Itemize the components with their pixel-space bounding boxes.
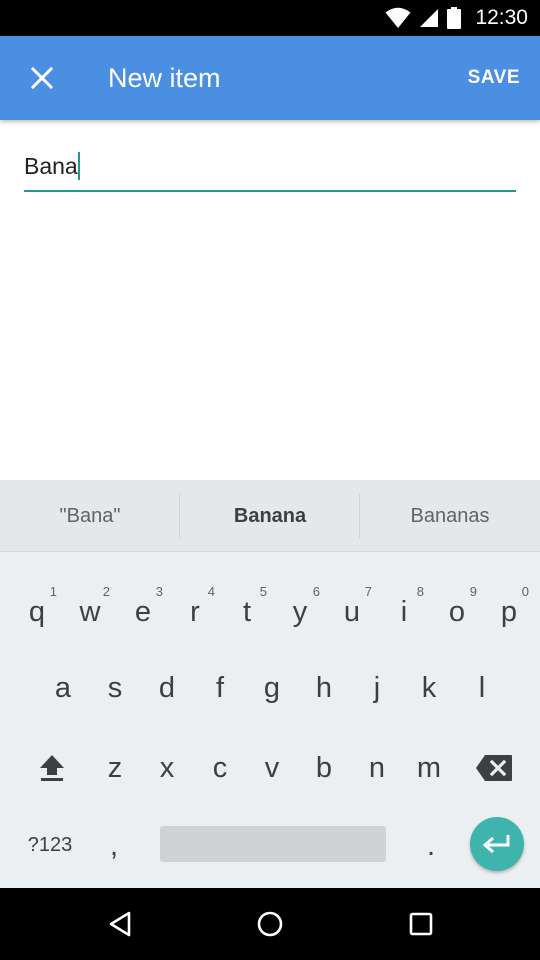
symbols-key[interactable]: ?123 <box>14 820 86 870</box>
item-name-input[interactable]: Bana <box>24 148 516 192</box>
status-bar: 12:30 <box>0 0 540 36</box>
key-hint: 0 <box>521 584 529 599</box>
key-f[interactable]: f <box>194 656 246 720</box>
key-label: o <box>448 595 466 628</box>
home-button[interactable] <box>250 904 290 944</box>
key-p[interactable]: p0 <box>483 580 535 644</box>
suggestion-literal[interactable]: "Bana" <box>0 480 180 552</box>
key-label: r <box>190 595 200 628</box>
key-hint: 3 <box>155 584 163 599</box>
key-j[interactable]: j <box>351 656 403 720</box>
key-c[interactable]: c <box>194 736 246 800</box>
key-label: i <box>400 595 408 628</box>
back-icon <box>109 911 131 937</box>
suggestion-alt[interactable]: Bananas <box>360 480 540 552</box>
key-hint: 5 <box>259 584 267 599</box>
key-label: t <box>242 595 252 628</box>
battery-icon <box>447 7 462 29</box>
period-key[interactable]: . <box>405 814 457 878</box>
page-title: New item <box>108 63 221 93</box>
close-button[interactable] <box>16 52 68 104</box>
enter-icon <box>482 835 510 854</box>
key-l[interactable]: l <box>456 656 508 720</box>
key-k[interactable]: k <box>403 656 455 720</box>
close-icon <box>31 67 53 89</box>
key-b[interactable]: b <box>298 736 350 800</box>
signal-icon <box>420 9 439 27</box>
backspace-icon <box>476 755 512 781</box>
save-button[interactable]: SAVE <box>468 60 520 96</box>
status-time: 12:30 <box>475 6 528 29</box>
key-g[interactable]: g <box>246 656 298 720</box>
suggestion-primary[interactable]: Banana <box>180 480 360 552</box>
key-hint: 1 <box>49 584 57 599</box>
key-h[interactable]: h <box>298 656 350 720</box>
suggestion-strip: "Bana" Banana Bananas <box>0 480 540 552</box>
key-hint: 4 <box>207 584 215 599</box>
key-label: p <box>500 595 518 628</box>
key-q[interactable]: q1 <box>11 580 63 644</box>
key-x[interactable]: x <box>141 736 193 800</box>
key-r[interactable]: r4 <box>169 580 221 644</box>
key-u[interactable]: u7 <box>326 580 378 644</box>
key-hint: 2 <box>102 584 110 599</box>
key-label: q <box>28 595 46 628</box>
key-label: y <box>292 595 308 628</box>
key-y[interactable]: y6 <box>274 580 326 644</box>
comma-key[interactable]: , <box>88 814 140 878</box>
key-s[interactable]: s <box>89 656 141 720</box>
key-hint: 8 <box>416 584 424 599</box>
key-label: e <box>134 595 152 628</box>
wifi-icon <box>385 7 411 28</box>
key-n[interactable]: n <box>351 736 403 800</box>
key-i[interactable]: i8 <box>378 580 430 644</box>
backspace-key[interactable] <box>468 736 520 800</box>
app-bar: New item SAVE <box>0 36 540 120</box>
home-icon <box>257 911 283 937</box>
key-o[interactable]: o9 <box>431 580 483 644</box>
key-m[interactable]: m <box>403 736 455 800</box>
space-key[interactable] <box>160 826 386 862</box>
key-a[interactable]: a <box>37 656 89 720</box>
key-d[interactable]: d <box>141 656 193 720</box>
key-v[interactable]: v <box>246 736 298 800</box>
key-w[interactable]: w2 <box>64 580 116 644</box>
recents-button[interactable] <box>401 904 441 944</box>
back-button[interactable] <box>100 904 140 944</box>
shift-key[interactable] <box>26 736 78 800</box>
key-e[interactable]: e3 <box>117 580 169 644</box>
key-label: w <box>79 595 101 628</box>
enter-key[interactable] <box>470 817 524 871</box>
key-hint: 7 <box>364 584 372 599</box>
navigation-bar <box>0 888 540 960</box>
key-hint: 9 <box>469 584 477 599</box>
key-z[interactable]: z <box>89 736 141 800</box>
recents-icon <box>409 912 433 936</box>
text-cursor <box>77 152 80 180</box>
soft-keyboard: "Bana" Banana Bananas q1 w2 e3 r4 t5 y6 … <box>0 480 540 888</box>
key-hint: 6 <box>312 584 320 599</box>
item-name-value: Bana <box>24 153 78 179</box>
shift-icon <box>40 755 64 781</box>
form-area: Bana <box>0 120 540 480</box>
key-label: u <box>343 595 361 628</box>
key-t[interactable]: t5 <box>221 580 273 644</box>
